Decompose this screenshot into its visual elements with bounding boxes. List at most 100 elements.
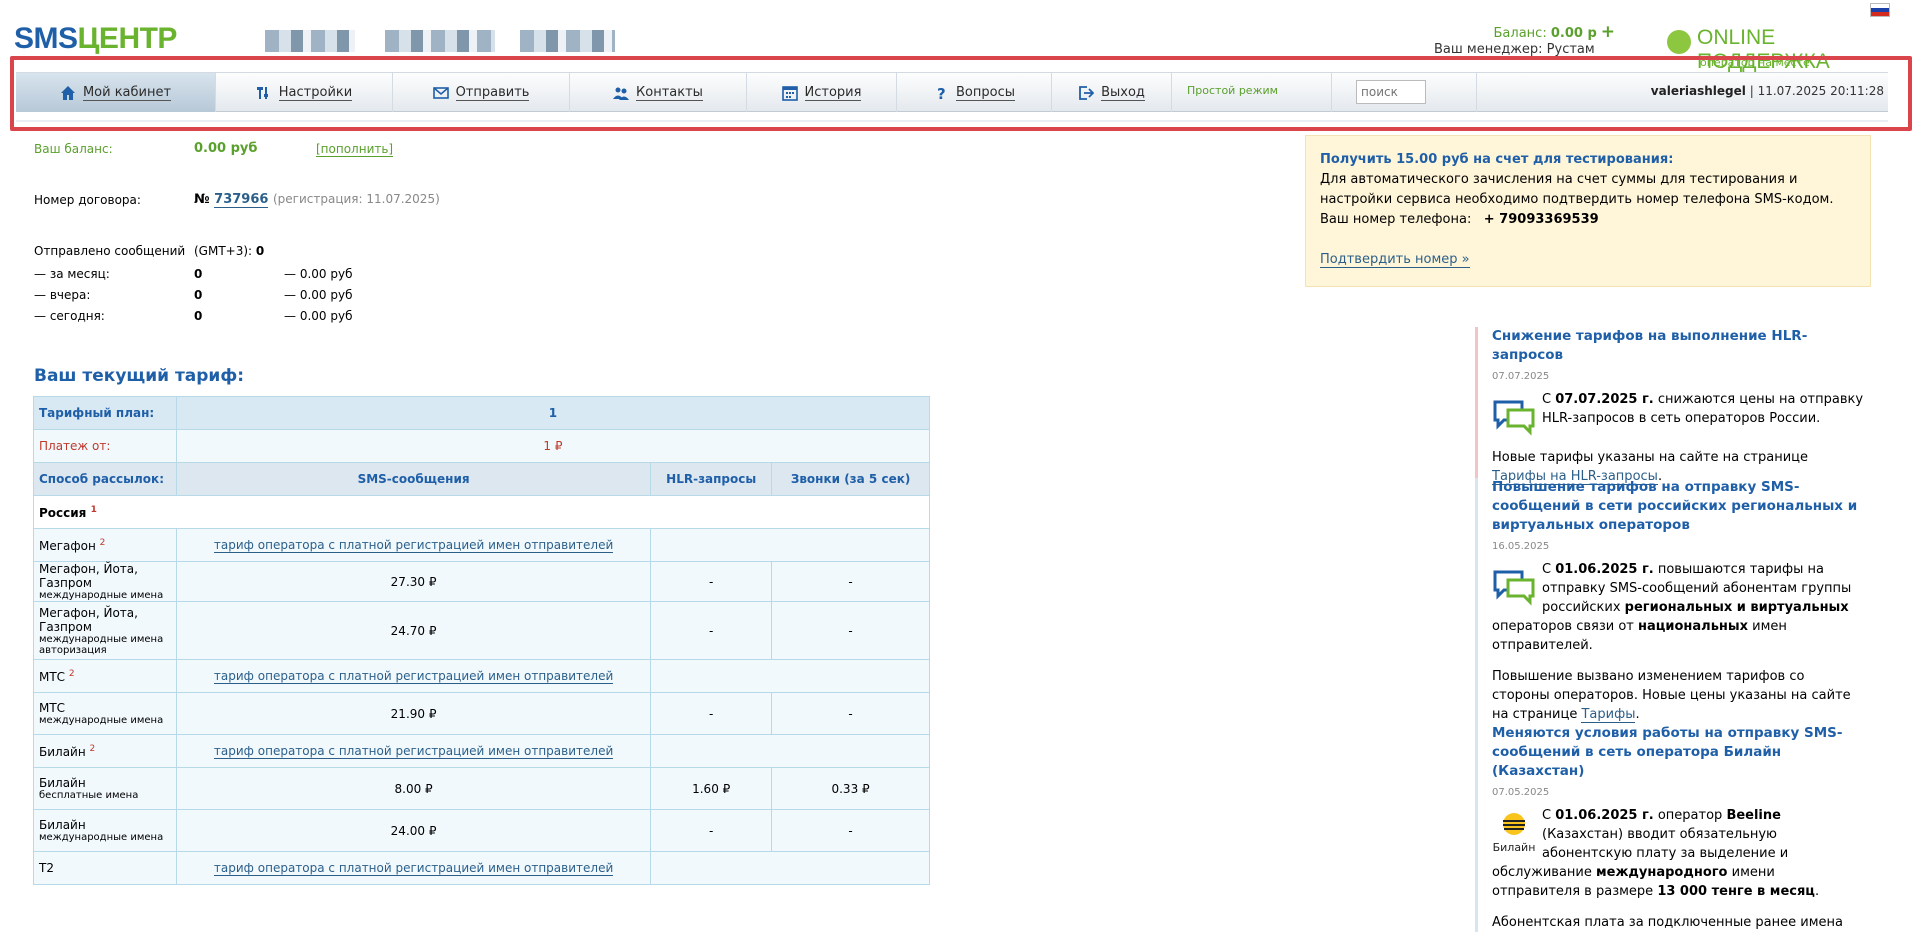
sent-tz-label: (GMT+3): — [194, 244, 253, 258]
promo-title: Получить 15.00 руб на счет для тестирова… — [1320, 152, 1674, 167]
operator-sub: международные имена — [39, 715, 164, 726]
table-row: Мегафон 2 тариф оператора с платной реги… — [33, 528, 930, 562]
empty-cell — [650, 528, 930, 562]
operator-sub: международные имена — [39, 633, 164, 645]
country-note: 1 — [90, 504, 97, 515]
news-item: Повышение тарифов на отправку SMS-сообще… — [1475, 478, 1865, 724]
empty-cell — [650, 734, 930, 768]
hlr-price: - — [650, 809, 773, 852]
text: . — [1635, 707, 1640, 722]
support-icon[interactable] — [1667, 30, 1691, 54]
sent-label: Отправлено сообщений — [34, 244, 186, 258]
operator-name: Билайн — [39, 818, 86, 832]
contract-link[interactable]: 737966 — [214, 192, 269, 208]
operator-tariff-link[interactable]: тариф оператора с платной регистрацией и… — [213, 538, 614, 553]
contract-prefix: № — [194, 192, 210, 207]
news-title[interactable]: Меняются условия работы на отправку SMS-… — [1492, 724, 1865, 781]
blurred-text — [265, 30, 355, 52]
add-balance-button[interactable]: + — [1601, 22, 1615, 42]
col-calls: Звонки (за 5 сек) — [771, 462, 930, 496]
operator-link-cell: тариф оператора с платной регистрацией и… — [175, 851, 652, 885]
operator-cell: Мегафон 2 — [33, 528, 177, 562]
logo[interactable]: SMSЦЕНТР — [14, 22, 177, 56]
operator-note: 2 — [99, 537, 106, 548]
tariff-table: Тарифный план: 1 Платеж от: 1 ₽ Способ р… — [33, 396, 931, 885]
logo-part-center: ЦЕНТР — [77, 22, 178, 55]
confirm-wrap: Подтвердить номер » — [1320, 250, 1856, 270]
plan-value: 1 — [175, 396, 931, 430]
table-row: Мегафон, Йота, Газпром международные имен… — [33, 561, 930, 602]
table-row: Билайн международные имена 24.00 ₽ - - — [33, 809, 930, 852]
text: С — [1542, 392, 1556, 407]
divider — [16, 120, 1888, 122]
operator-name: Билайн — [39, 776, 86, 790]
text: Абонентская плата за подключенные ранее … — [1492, 915, 1843, 930]
method-label: Способ рассылок: — [33, 462, 177, 496]
text: Новые тарифы указаны на сайте на страниц… — [1492, 450, 1809, 465]
balance-value: 0.00 руб — [194, 141, 258, 156]
tariff-title: Ваш текущий тариф: — [34, 366, 245, 386]
table-row: Билайн бесплатные имена 8.00 ₽ 1.60 ₽ 0.3… — [33, 767, 930, 810]
empty-cell — [650, 851, 930, 885]
operator-cell: Т2 — [33, 851, 177, 885]
beeline-logo: Билайн — [1492, 812, 1536, 854]
hlr-price: 1.60 ₽ — [650, 767, 773, 810]
operator-name: Мегафон, Йота, Газпром — [39, 605, 138, 634]
stat-label: — вчера: — [34, 288, 91, 302]
sms-price: 8.00 ₽ — [175, 767, 652, 810]
russian-flag-icon[interactable] — [1870, 3, 1890, 17]
table-row: Т2 тариф оператора с платной регистрацие… — [33, 851, 930, 885]
table-row: Россия 1 — [33, 495, 930, 529]
col-hlr: HLR-запросы — [650, 462, 773, 496]
operator-name: Мегафон — [39, 538, 96, 553]
country-name: Россия — [39, 505, 87, 520]
text-bold: 07.07.2025 г. — [1555, 392, 1654, 407]
text: оператор — [1653, 808, 1727, 823]
calls-price: - — [771, 561, 930, 602]
calls-price: - — [771, 692, 930, 735]
topup-link[interactable]: [пополнить] — [316, 142, 394, 157]
news-title[interactable]: Снижение тарифов на выполнение HLR-запро… — [1492, 327, 1865, 365]
text-bold: международного — [1596, 865, 1728, 880]
empty-cell — [650, 659, 930, 693]
sent-tz: (GMT+3): 0 — [194, 244, 264, 258]
operator-cell: МТС международные имена — [33, 692, 177, 735]
stat-sum: — 0.00 руб — [284, 288, 353, 302]
promo-phone: Ваш номер телефона: + 79093369539 — [1320, 210, 1856, 230]
phone-label: Ваш номер телефона: — [1320, 212, 1472, 227]
news-date: 07.07.2025 — [1492, 371, 1550, 382]
text-bold: региональных и виртуальных — [1624, 600, 1849, 615]
stat-sum: — 0.00 руб — [284, 267, 353, 281]
registration-date: (регистрация: 11.07.2025) — [272, 192, 440, 206]
operator-tariff-link[interactable]: тариф оператора с платной регистрацией и… — [213, 861, 614, 876]
balance-label: Баланс: — [1493, 26, 1547, 41]
operator-link-cell: тариф оператора с платной регистрацией и… — [175, 659, 652, 693]
operator-sub: международные имена — [39, 590, 164, 601]
operator-cell: Билайн 2 — [33, 734, 177, 768]
hlr-price: - — [650, 561, 773, 602]
chat-bubbles-icon — [1493, 570, 1535, 606]
text: . — [1814, 884, 1820, 899]
news-title[interactable]: Повышение тарифов на отправку SMS-сообще… — [1492, 478, 1865, 535]
operator-name: МТС — [39, 669, 66, 684]
promo-box: Получить 15.00 руб на счет для тестирова… — [1305, 135, 1871, 287]
promo-text: Для автоматического зачисления на счет с… — [1320, 172, 1834, 207]
sent-total: 0 — [255, 244, 265, 258]
text-bold: 01.06.2025 г. — [1555, 562, 1654, 577]
operator-name: Мегафон, Йота, Газпром — [39, 562, 138, 590]
operator-tariff-link[interactable]: тариф оператора с платной регистрацией и… — [213, 744, 614, 759]
operator-cell: МТС 2 — [33, 659, 177, 693]
tariffs-link[interactable]: Тарифы — [1581, 707, 1636, 723]
news-p1: С 01.06.2025 г. повышаются тарифы на отп… — [1492, 560, 1865, 655]
topup-link-text[interactable]: [пополнить] — [316, 142, 394, 157]
news-date: 16.05.2025 — [1492, 541, 1550, 552]
table-row: Мегафон, Йота, Газпром международные имен… — [33, 601, 930, 660]
table-row: Тарифный план: 1 — [33, 396, 931, 430]
country-cell: Россия 1 — [33, 495, 930, 529]
confirm-number-link[interactable]: Подтвердить номер » — [1320, 252, 1470, 268]
operator-tariff-link[interactable]: тариф оператора с платной регистрацией и… — [213, 669, 614, 684]
stat-count: 0 — [194, 288, 203, 302]
